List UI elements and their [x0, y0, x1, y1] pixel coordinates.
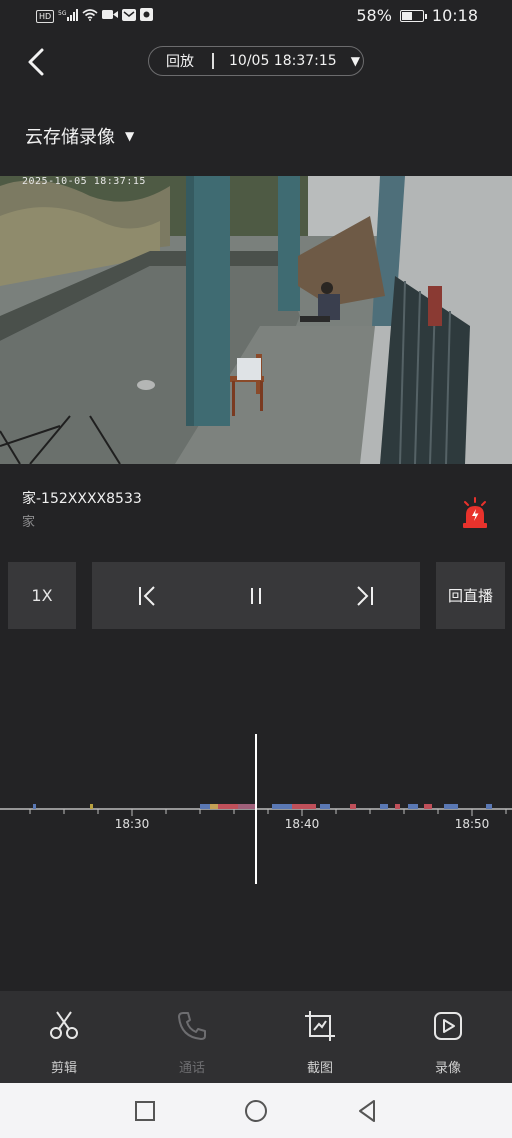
date-picker[interactable]: 回放 10/05 18:37:15 ▼ [148, 46, 364, 76]
storage-selector[interactable]: 云存储录像 ▼ [25, 123, 134, 149]
timeline-label: 18:40 [284, 817, 320, 831]
pause-button[interactable] [226, 566, 286, 626]
clip-label: 剪辑 [50, 1061, 77, 1076]
clip-button[interactable]: 剪辑 [0, 991, 128, 1083]
call-label: 通话 [178, 1061, 205, 1076]
status-right: 58% 10:18 [356, 6, 478, 25]
svg-text:5G: 5G [58, 10, 67, 17]
playback-datetime: 10/05 18:37:15 [229, 53, 337, 69]
call-button[interactable]: 通话 [128, 991, 256, 1083]
alarm-siren-button[interactable] [460, 497, 490, 529]
system-navigation-bar [0, 1083, 512, 1138]
bottom-toolbar: 剪辑 通话 截图 录像 [0, 991, 512, 1083]
circle-icon [244, 1099, 267, 1122]
hd-icon: HD [36, 9, 55, 23]
device-name: 家-152XXXX8533 [22, 491, 142, 507]
recent-apps-button[interactable] [130, 1096, 160, 1126]
speed-button[interactable]: 1X [8, 562, 76, 629]
device-group: 家 [22, 515, 36, 530]
home-button[interactable] [241, 1096, 271, 1126]
5g-signal-icon: 5G [58, 8, 79, 24]
video-player[interactable]: 2025-10-05 18:37:15 [0, 176, 512, 464]
siren-icon [463, 497, 487, 528]
divider [212, 53, 214, 69]
screenshot-label: 截图 [306, 1061, 333, 1076]
playback-mode-label: 回放 [166, 54, 194, 70]
record-button[interactable]: 录像 [384, 991, 512, 1083]
previous-button[interactable] [117, 566, 177, 626]
storage-selector-label: 云存储录像 [25, 127, 115, 148]
timeline-track [0, 734, 512, 884]
status-icons: HD 5G [36, 8, 154, 24]
wifi-icon [82, 8, 98, 24]
square-icon [135, 1100, 156, 1121]
transport-controls [92, 562, 420, 629]
screenshot-button[interactable]: 截图 [256, 991, 384, 1083]
clock: 10:18 [431, 6, 478, 25]
dropdown-triangle-icon: ▼ [125, 129, 135, 143]
camera-icon [102, 9, 119, 23]
timeline-label: 18:50 [454, 817, 490, 831]
record-video-icon [434, 1012, 462, 1040]
timeline[interactable]: 18:30 18:40 18:50 [0, 720, 512, 890]
skip-previous-icon [138, 585, 155, 606]
timeline-ticks [29, 809, 507, 816]
battery-icon [399, 9, 427, 22]
pause-icon [250, 587, 261, 604]
dropdown-triangle-icon: ▼ [350, 54, 360, 68]
camera-feed-image [0, 176, 512, 464]
app-icon [140, 8, 154, 24]
next-button[interactable] [335, 566, 395, 626]
back-button[interactable] [22, 44, 52, 80]
phone-icon [178, 1012, 206, 1040]
back-to-live-button[interactable]: 回直播 [436, 562, 505, 629]
screenshot-icon [305, 1011, 335, 1041]
mail-icon [122, 8, 137, 24]
video-timestamp: 2025-10-05 18:37:15 [22, 176, 146, 187]
chevron-left-icon [28, 48, 44, 76]
battery-percent: 58% [356, 6, 392, 25]
skip-next-icon [357, 585, 374, 606]
record-label: 录像 [434, 1061, 461, 1076]
triangle-back-icon [358, 1099, 375, 1122]
system-back-button[interactable] [352, 1096, 382, 1126]
scissors-icon [50, 1011, 78, 1039]
timeline-label: 18:30 [114, 817, 150, 831]
